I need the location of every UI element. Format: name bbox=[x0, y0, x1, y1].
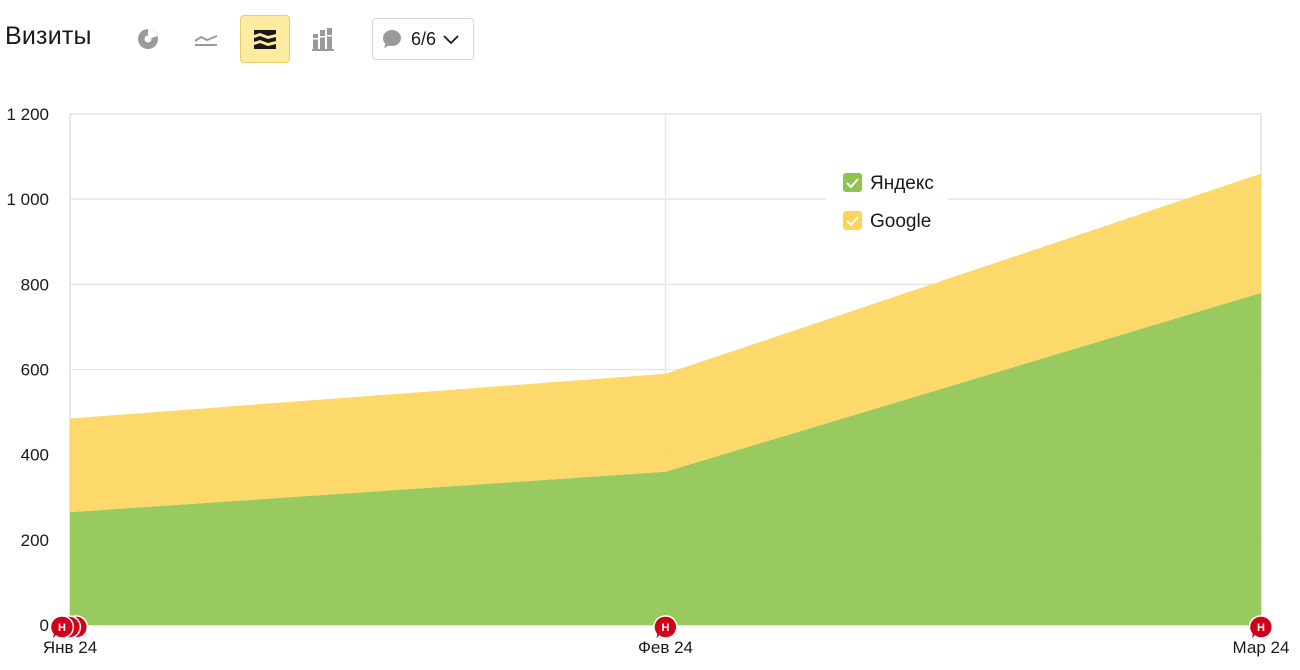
note-marker-label: Н bbox=[1257, 622, 1265, 634]
pie-chart-button[interactable] bbox=[123, 15, 173, 63]
column-chart-button[interactable] bbox=[299, 15, 349, 63]
notes-filter-dropdown[interactable]: 6/6 bbox=[372, 18, 474, 60]
area-chart-button[interactable] bbox=[240, 15, 290, 63]
area-chart: 0 200 400 600 800 1 000 1 200 Янв 24 Фев 24 Мар 2… bbox=[6, 105, 1290, 657]
legend-checkbox-yandex[interactable] bbox=[843, 173, 862, 192]
y-tick-label: 0 bbox=[40, 616, 49, 635]
area-chart-icon bbox=[254, 30, 276, 49]
note-marker-label: Н bbox=[58, 622, 66, 634]
y-tick-label: 600 bbox=[21, 361, 49, 380]
y-tick-label: 800 bbox=[21, 275, 49, 294]
legend-label-google: Google bbox=[870, 211, 931, 232]
y-tick-label: 200 bbox=[21, 531, 49, 550]
x-tick-label: Янв 24 bbox=[43, 638, 97, 657]
notes-count: 6/6 bbox=[411, 28, 437, 49]
x-tick-label: Мар 24 bbox=[1233, 638, 1290, 657]
line-chart-button[interactable] bbox=[181, 15, 231, 63]
page-title: Визиты bbox=[5, 22, 92, 50]
chevron-down-icon bbox=[443, 35, 459, 45]
note-marker-label: Н bbox=[662, 622, 670, 634]
y-tick-label: 1 000 bbox=[6, 190, 49, 209]
y-tick-label: 400 bbox=[21, 446, 49, 465]
legend-label-yandex: Яндекс bbox=[870, 173, 934, 194]
toolbar: Визиты 6/6 bbox=[0, 0, 1300, 80]
legend-checkbox-google[interactable] bbox=[843, 211, 862, 230]
pie-chart-icon bbox=[138, 29, 158, 49]
x-tick-label: Фев 24 bbox=[638, 638, 693, 657]
comment-icon bbox=[383, 30, 401, 48]
line-chart-icon bbox=[194, 35, 218, 46]
column-chart-icon bbox=[312, 28, 334, 51]
y-tick-label: 1 200 bbox=[6, 105, 49, 124]
